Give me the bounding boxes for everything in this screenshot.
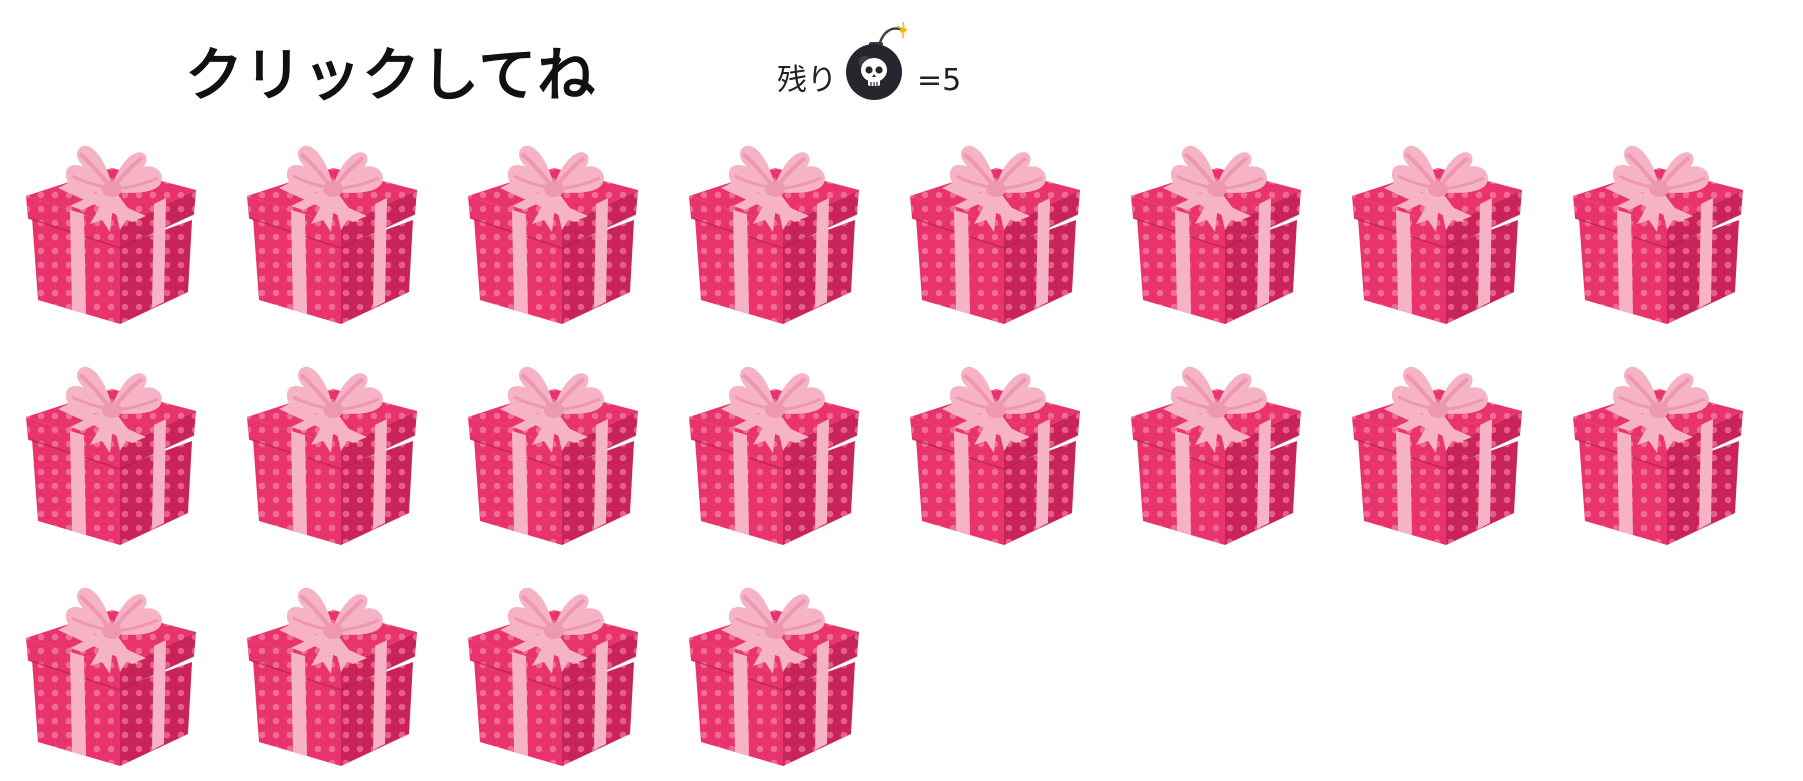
gift-box-icon[interactable] [241, 574, 421, 770]
gift-box-icon[interactable] [1567, 132, 1747, 328]
gift-box-icon[interactable] [20, 132, 200, 328]
remaining-count: 5 [942, 63, 962, 98]
gift-box-icon[interactable] [20, 353, 200, 549]
gift-box-icon[interactable] [1346, 132, 1526, 328]
gift-box-icon[interactable] [241, 132, 421, 328]
gift-box-icon[interactable] [241, 353, 421, 549]
page-title: クリックしてね [185, 41, 597, 109]
gift-box-icon[interactable] [1125, 353, 1305, 549]
gift-box-icon[interactable] [462, 132, 642, 328]
gift-box-icon[interactable] [683, 353, 863, 549]
gift-box-icon[interactable] [20, 574, 200, 770]
remaining-counter: 残り = 5 [777, 10, 961, 100]
gift-box-icon[interactable] [1125, 132, 1305, 328]
bomb-skull-icon [841, 16, 910, 100]
remaining-label: 残り [777, 63, 837, 98]
gift-box-icon[interactable] [462, 574, 642, 770]
gift-box-icon[interactable] [904, 353, 1084, 549]
gift-box-icon[interactable] [1346, 353, 1526, 549]
gift-box-icon[interactable] [1567, 353, 1747, 549]
remaining-equals: = [917, 63, 943, 98]
gift-box-icon[interactable] [462, 353, 642, 549]
gift-box-icon[interactable] [904, 132, 1084, 328]
gift-box-icon[interactable] [683, 132, 863, 328]
gift-box-icon[interactable] [683, 574, 863, 770]
